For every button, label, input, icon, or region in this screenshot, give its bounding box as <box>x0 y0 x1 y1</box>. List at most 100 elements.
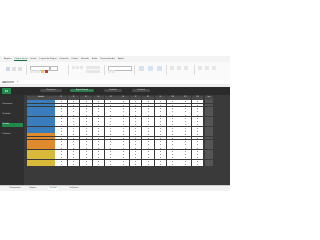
checkbox-marker <box>160 127 161 129</box>
autosum-icon[interactable] <box>198 66 202 70</box>
ribbon-group-clipboard <box>4 65 27 75</box>
nav-button[interactable]: Dashboard <box>132 89 150 93</box>
fill-color-icon[interactable] <box>41 70 44 73</box>
bold-icon[interactable] <box>30 70 33 73</box>
checkbox-marker <box>110 140 112 142</box>
delete-icon[interactable] <box>177 66 181 70</box>
nav-button[interactable]: Resultados <box>104 89 122 93</box>
italic-icon[interactable] <box>33 70 36 73</box>
checkbox-marker <box>172 107 174 109</box>
paste-icon[interactable] <box>6 67 10 71</box>
currency-icon[interactable] <box>108 70 111 73</box>
merge-center-button[interactable] <box>86 70 100 73</box>
checkbox-marker <box>110 160 112 162</box>
format-as-table-icon[interactable] <box>148 66 153 71</box>
checkbox-marker <box>160 140 161 142</box>
checkbox-marker <box>197 160 198 162</box>
align-right-icon[interactable] <box>80 66 83 69</box>
sheet-tabs: Planejamento Registro Checklist Dashboard <box>0 185 230 191</box>
checkbox-marker <box>184 124 186 126</box>
ribbon-tab-item[interactable]: Página Inicial <box>14 58 28 61</box>
check-cell[interactable] <box>142 162 154 166</box>
checkbox-marker <box>135 131 136 132</box>
sheet-tab[interactable]: Dashboard <box>68 187 80 190</box>
ribbon-tab-item[interactable]: Ajuda <box>118 58 124 60</box>
checkbox-marker <box>60 111 62 112</box>
checkbox-marker <box>135 150 136 152</box>
insert-icon[interactable] <box>170 66 174 70</box>
checkbox-marker <box>60 157 62 159</box>
name-box[interactable]: A1 <box>2 80 14 84</box>
sort-filter-icon[interactable] <box>205 66 209 70</box>
table-header-cell: S4 <box>92 96 105 100</box>
check-cell[interactable] <box>179 162 191 166</box>
sidebar-item[interactable]: Checklist <box>1 123 23 127</box>
checkbox-marker <box>98 140 99 142</box>
ribbon-tab-item[interactable]: Exibir <box>92 58 97 60</box>
checkbox-marker <box>73 144 74 145</box>
checkbox-marker <box>98 154 99 155</box>
nav-button[interactable]: Planejamento <box>40 89 62 93</box>
check-cell[interactable] <box>191 162 204 166</box>
checkbox-marker <box>98 134 99 136</box>
checkbox-marker <box>184 150 186 152</box>
ribbon-tab-item[interactable]: Fórmulas <box>60 58 69 60</box>
checkbox-marker <box>160 114 161 116</box>
checkbox-marker <box>122 104 124 106</box>
check-cell[interactable] <box>154 162 167 166</box>
align-left-icon[interactable] <box>72 66 75 69</box>
ribbon-tab-item[interactable]: Arquivo <box>4 58 11 60</box>
checkbox-marker <box>197 144 198 145</box>
sheet-tab[interactable]: Checklist <box>48 186 59 191</box>
table-header-cell: S5 <box>105 96 117 100</box>
checkbox-marker <box>147 131 149 132</box>
ribbon-tab-item[interactable]: Dados <box>72 58 78 60</box>
check-cell[interactable] <box>167 162 179 166</box>
cut-icon[interactable] <box>12 67 16 71</box>
check-cell[interactable] <box>92 162 105 166</box>
ribbon-tab-item[interactable]: Inserir <box>30 58 36 60</box>
check-cell[interactable] <box>55 162 67 166</box>
font-size-select[interactable] <box>50 66 58 71</box>
nav-button[interactable]: Registro Semanal <box>70 89 94 93</box>
checkbox-marker <box>172 131 174 132</box>
ribbon-tab-item[interactable]: Revisão <box>81 58 89 60</box>
sidebar-item[interactable]: Resultados <box>2 113 23 117</box>
checkbox-marker <box>60 150 62 152</box>
format-icon[interactable] <box>184 66 188 70</box>
cell-styles-icon[interactable] <box>157 66 162 71</box>
check-cell[interactable] <box>105 162 117 166</box>
wrap-text-button[interactable] <box>86 66 100 69</box>
check-cell[interactable] <box>117 162 129 166</box>
checkbox-marker <box>135 164 136 165</box>
sidebar-item[interactable]: Dashboard <box>2 133 23 137</box>
sidebar-item[interactable]: Planejamento <box>2 103 23 107</box>
underline-icon[interactable] <box>37 70 40 73</box>
checkbox-marker <box>172 147 174 149</box>
align-center-icon[interactable] <box>76 66 79 69</box>
ribbon-tab-item[interactable]: Desenvolvedor <box>100 58 115 60</box>
checkbox-marker <box>122 147 124 149</box>
ribbon-tab-item[interactable]: Layout da Página <box>40 58 57 60</box>
checkbox-marker <box>85 114 87 116</box>
checkbox-marker <box>135 124 136 126</box>
checkbox-marker <box>73 117 74 119</box>
find-select-icon[interactable] <box>212 66 216 70</box>
font-color-icon[interactable] <box>45 70 48 73</box>
sheet-tab[interactable]: Planejamento <box>8 187 22 190</box>
checkbox-marker <box>197 131 198 132</box>
sheet-tab[interactable]: Registro <box>28 187 38 190</box>
checkbox-marker <box>98 157 99 159</box>
checkbox-marker <box>160 150 161 152</box>
table-header-cell: S11 <box>179 96 191 100</box>
copy-icon[interactable] <box>18 67 22 71</box>
check-cell[interactable] <box>129 162 142 166</box>
checkbox-marker <box>122 114 124 116</box>
check-cell[interactable] <box>67 162 80 166</box>
checkbox-marker <box>98 121 99 122</box>
check-cell[interactable] <box>80 162 92 166</box>
percent-icon[interactable] <box>112 70 115 73</box>
checkbox-marker <box>184 140 186 142</box>
checkbox-marker <box>172 144 174 145</box>
conditional-formatting-icon[interactable] <box>139 66 144 71</box>
